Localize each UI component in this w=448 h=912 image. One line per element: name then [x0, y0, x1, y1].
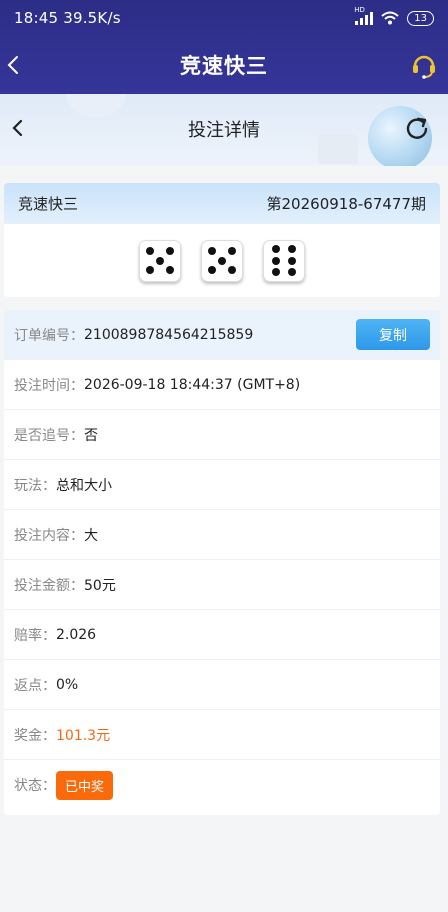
status-label: 状态：: [14, 778, 56, 794]
odds-label: 赔率：: [14, 627, 56, 644]
copy-button[interactable]: 复制: [356, 319, 430, 350]
play-type-label: 玩法：: [14, 477, 56, 494]
chevron-left-icon: [7, 56, 18, 74]
prize-value: 101.3元: [56, 727, 111, 744]
die-pip: [227, 266, 236, 275]
headset-icon: [413, 55, 435, 79]
die-2: [201, 239, 243, 282]
prize-row: 奖金： 101.3元: [4, 710, 440, 760]
die-3: [263, 239, 305, 282]
order-number-value: 2100898784564215859: [84, 326, 254, 343]
status-badge: 已中奖: [56, 770, 114, 800]
play-type-row: 玩法： 总和大小: [4, 460, 440, 510]
network-speed: 39.5K/s: [63, 9, 121, 27]
bet-time-label: 投注时间：: [14, 377, 84, 394]
refresh-button[interactable]: [402, 114, 432, 144]
bet-amount-value: 50元: [84, 577, 116, 594]
signal-icon: HD: [354, 6, 374, 25]
hd-label: HD: [354, 5, 365, 14]
bet-content-value: 大: [84, 527, 98, 544]
detail-title: 投注详情: [188, 120, 260, 141]
customer-service-button[interactable]: [410, 51, 438, 79]
bet-detail-card: 订单编号： 2100898784564215859 复制 投注时间： 2026-…: [4, 310, 440, 815]
dice-row: [4, 224, 440, 297]
die-pip: [288, 267, 296, 276]
back-button[interactable]: [2, 51, 24, 79]
wifi-icon: [381, 11, 399, 25]
bet-content-row: 投注内容： 大: [4, 510, 440, 560]
chase-label: 是否追号：: [14, 427, 84, 444]
status-bar: 18:45 39.5K/s HD 13: [0, 0, 448, 36]
clock: 18:45: [14, 9, 59, 27]
game-result-card: 竞速快三 第20260918-67477期: [4, 183, 440, 297]
bet-time-value: 2026-09-18 18:44:37 (GMT+8): [84, 376, 301, 393]
rebate-row: 返点： 0%: [4, 660, 440, 710]
die-pip: [288, 256, 296, 265]
die-pip: [272, 256, 280, 265]
refresh-icon: [406, 117, 428, 139]
battery-level: 13: [414, 12, 427, 24]
die-pip: [165, 246, 174, 255]
detail-header: 投注详情: [0, 94, 448, 166]
die-pip: [208, 246, 217, 255]
order-number-label: 订单编号：: [14, 327, 84, 344]
bet-time-row: 投注时间： 2026-09-18 18:44:37 (GMT+8): [4, 360, 440, 410]
status-icons: HD 13: [354, 6, 434, 26]
page-title: 竞速快三: [180, 54, 268, 78]
die-pip: [288, 245, 296, 254]
die-pip: [208, 266, 217, 275]
bet-amount-label: 投注金额：: [14, 577, 84, 594]
game-name: 竞速快三: [18, 195, 79, 213]
top-bar: 18:45 39.5K/s HD 13 竞速快三: [0, 0, 448, 94]
die-pip: [146, 266, 155, 275]
die-pip: [272, 245, 280, 254]
battery-icon: 13: [407, 10, 434, 26]
game-info-header: 竞速快三 第20260918-67477期: [4, 183, 440, 224]
order-number-row: 订单编号： 2100898784564215859 复制: [4, 310, 440, 360]
rebate-value: 0%: [56, 676, 79, 693]
die-pip: [272, 267, 280, 276]
odds-value: 2.026: [56, 626, 97, 643]
bet-content-label: 投注内容：: [14, 527, 84, 544]
die-pip: [218, 256, 226, 265]
chase-value: 否: [84, 427, 98, 444]
chase-row: 是否追号： 否: [4, 410, 440, 460]
die-1: [139, 239, 181, 282]
bet-amount-row: 投注金额： 50元: [4, 560, 440, 610]
status-row: 状态： 已中奖: [4, 760, 440, 810]
nav-bar: 竞速快三: [0, 36, 448, 94]
die-pip: [165, 266, 174, 275]
die-pip: [227, 246, 236, 255]
die-pip: [146, 246, 155, 255]
decoration-blob: [66, 94, 126, 118]
die-pip: [156, 256, 164, 265]
play-type-value: 总和大小: [56, 477, 112, 494]
prize-label: 奖金：: [14, 727, 56, 744]
status-time: 18:45 39.5K/s: [14, 9, 121, 27]
rebate-label: 返点：: [14, 677, 56, 694]
game-issue: 第20260918-67477期: [266, 195, 426, 213]
odds-row: 赔率： 2.026: [4, 610, 440, 660]
